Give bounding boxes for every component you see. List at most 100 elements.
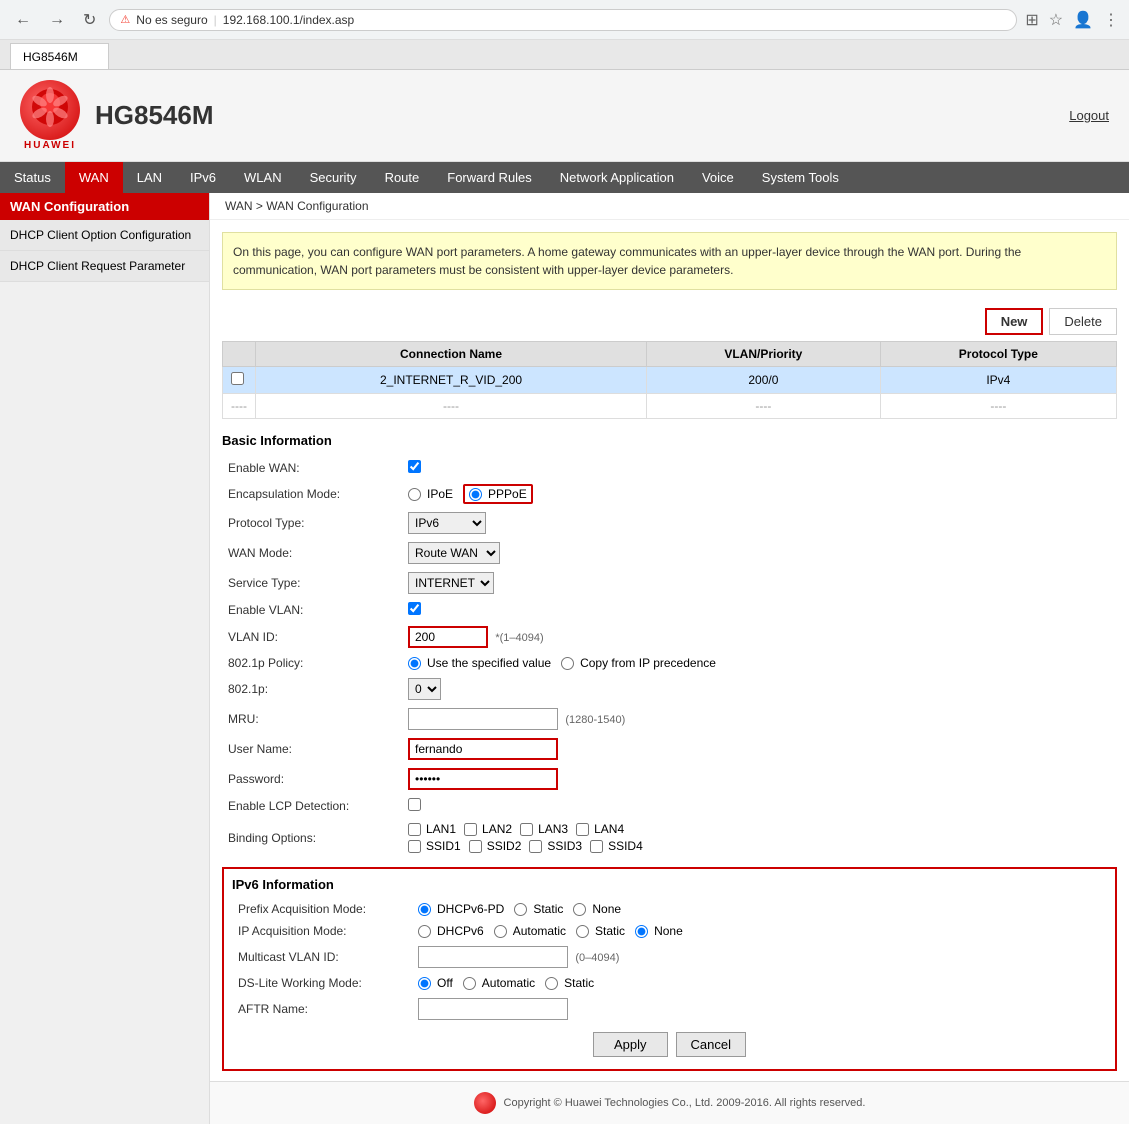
ds-auto-radio[interactable] [463, 977, 476, 990]
copy-ip-radio[interactable] [561, 657, 574, 670]
address-bar[interactable]: ⚠ No es seguro | 192.168.100.1/index.asp [109, 9, 1017, 31]
back-button[interactable]: ← [10, 9, 36, 31]
ssid4-option[interactable]: SSID4 [590, 839, 643, 853]
lan2-checkbox[interactable] [464, 823, 477, 836]
ip-none-option[interactable]: None [635, 924, 683, 938]
ipoe-option[interactable]: IPoE [408, 487, 453, 501]
prefix-options: DHCPv6-PD Static None [418, 902, 1101, 916]
vlan-id-input[interactable] [408, 626, 488, 648]
protocol-type-select[interactable]: IPv4 IPv6 IPv4/IPv6 [408, 512, 486, 534]
ip-static-option[interactable]: Static [576, 924, 625, 938]
logo-container: HUAWEI [20, 80, 80, 151]
logo-area: HUAWEI HG8546M [20, 80, 214, 151]
nav-system-tools[interactable]: System Tools [748, 162, 853, 193]
sidebar-item-dhcp-option[interactable]: DHCP Client Option Configuration [0, 220, 209, 251]
pppoe-label: PPPoE [488, 487, 527, 501]
new-button[interactable]: New [985, 308, 1044, 335]
forward-button[interactable]: → [44, 9, 70, 31]
service-type-label: Service Type: [222, 568, 402, 598]
connection-name-1: 2_INTERNET_R_VID_200 [256, 367, 647, 394]
ssid3-checkbox[interactable] [529, 840, 542, 853]
ssid1-option[interactable]: SSID1 [408, 839, 461, 853]
pppoe-option[interactable]: PPPoE [463, 484, 533, 504]
automatic-radio[interactable] [494, 925, 507, 938]
refresh-button[interactable]: ↻ [78, 8, 101, 32]
nav-route[interactable]: Route [371, 162, 434, 193]
ssid3-option[interactable]: SSID3 [529, 839, 582, 853]
ds-lite-options: Off Automatic Static [418, 976, 1101, 990]
value-802-1p-select[interactable]: 0 123 4567 [408, 678, 441, 700]
ds-static-option[interactable]: Static [545, 976, 594, 990]
lcp-checkbox[interactable] [408, 798, 421, 811]
ssid2-option[interactable]: SSID2 [469, 839, 522, 853]
profile-button[interactable]: 👤 [1073, 10, 1093, 30]
multicast-vlan-input[interactable] [418, 946, 568, 968]
ds-static-radio[interactable] [545, 977, 558, 990]
ip-none-radio[interactable] [635, 925, 648, 938]
cancel-button[interactable]: Cancel [676, 1032, 746, 1057]
prefix-none-option[interactable]: None [573, 902, 621, 916]
pppoe-radio[interactable] [469, 488, 482, 501]
nav-status[interactable]: Status [0, 162, 65, 193]
nav-voice[interactable]: Voice [688, 162, 748, 193]
apply-button[interactable]: Apply [593, 1032, 668, 1057]
nav-network-application[interactable]: Network Application [546, 162, 688, 193]
automatic-option[interactable]: Automatic [494, 924, 566, 938]
service-type-select[interactable]: INTERNET TR069 OTHER [408, 572, 494, 594]
footer-text: Copyright © Huawei Technologies Co., Ltd… [504, 1097, 866, 1109]
nav-ipv6[interactable]: IPv6 [176, 162, 230, 193]
lan1-checkbox[interactable] [408, 823, 421, 836]
dhcpv6pd-option[interactable]: DHCPv6-PD [418, 902, 504, 916]
menu-button[interactable]: ⋮ [1103, 10, 1119, 30]
nav-wlan[interactable]: WLAN [230, 162, 296, 193]
sidebar-item-dhcp-request[interactable]: DHCP Client Request Parameter [0, 251, 209, 282]
value-label: 802.1p: [222, 674, 402, 704]
lan2-option[interactable]: LAN2 [464, 822, 512, 836]
lan3-checkbox[interactable] [520, 823, 533, 836]
aftr-input[interactable] [418, 998, 568, 1020]
logout-button[interactable]: Logout [1069, 108, 1109, 123]
ssid1-checkbox[interactable] [408, 840, 421, 853]
ip-static-radio[interactable] [576, 925, 589, 938]
ds-off-option[interactable]: Off [418, 976, 453, 990]
lan4-checkbox[interactable] [576, 823, 589, 836]
dhcpv6pd-radio[interactable] [418, 903, 431, 916]
copy-ip-option[interactable]: Copy from IP precedence [561, 656, 716, 670]
active-tab[interactable]: HG8546M [10, 43, 109, 69]
wan-mode-select[interactable]: Route WAN Bridge WAN [408, 542, 500, 564]
prefix-static-option[interactable]: Static [514, 902, 563, 916]
enable-vlan-checkbox[interactable] [408, 602, 421, 615]
ssid2-checkbox[interactable] [469, 840, 482, 853]
ds-auto-option[interactable]: Automatic [463, 976, 535, 990]
password-input[interactable] [408, 768, 558, 790]
use-specified-label: Use the specified value [427, 656, 551, 670]
browser-bar: ← → ↻ ⚠ No es seguro | 192.168.100.1/ind… [0, 0, 1129, 40]
ipoe-radio[interactable] [408, 488, 421, 501]
prefix-none-radio[interactable] [573, 903, 586, 916]
delete-button[interactable]: Delete [1049, 308, 1117, 335]
footer-logo [474, 1092, 496, 1114]
dhcpv6-option[interactable]: DHCPv6 [418, 924, 484, 938]
enable-wan-checkbox[interactable] [408, 460, 421, 473]
prefix-static-radio[interactable] [514, 903, 527, 916]
use-specified-radio[interactable] [408, 657, 421, 670]
lan3-option[interactable]: LAN3 [520, 822, 568, 836]
nav-lan[interactable]: LAN [123, 162, 176, 193]
nav-forward-rules[interactable]: Forward Rules [433, 162, 546, 193]
lcp-label: Enable LCP Detection: [222, 794, 402, 818]
nav-security[interactable]: Security [296, 162, 371, 193]
extensions-button[interactable]: ⊞ [1025, 10, 1038, 30]
lan4-option[interactable]: LAN4 [576, 822, 624, 836]
mru-input[interactable] [408, 708, 558, 730]
policy-options: Use the specified value Copy from IP pre… [408, 656, 1111, 670]
dhcpv6-radio[interactable] [418, 925, 431, 938]
star-button[interactable]: ☆ [1049, 10, 1063, 30]
lan1-option[interactable]: LAN1 [408, 822, 456, 836]
use-specified-option[interactable]: Use the specified value [408, 656, 551, 670]
ds-off-radio[interactable] [418, 977, 431, 990]
ssid4-checkbox[interactable] [590, 840, 603, 853]
row-checkbox-1[interactable] [231, 372, 244, 385]
table-row[interactable]: 2_INTERNET_R_VID_200 200/0 IPv4 [223, 367, 1117, 394]
username-input[interactable] [408, 738, 558, 760]
nav-wan[interactable]: WAN [65, 162, 123, 193]
